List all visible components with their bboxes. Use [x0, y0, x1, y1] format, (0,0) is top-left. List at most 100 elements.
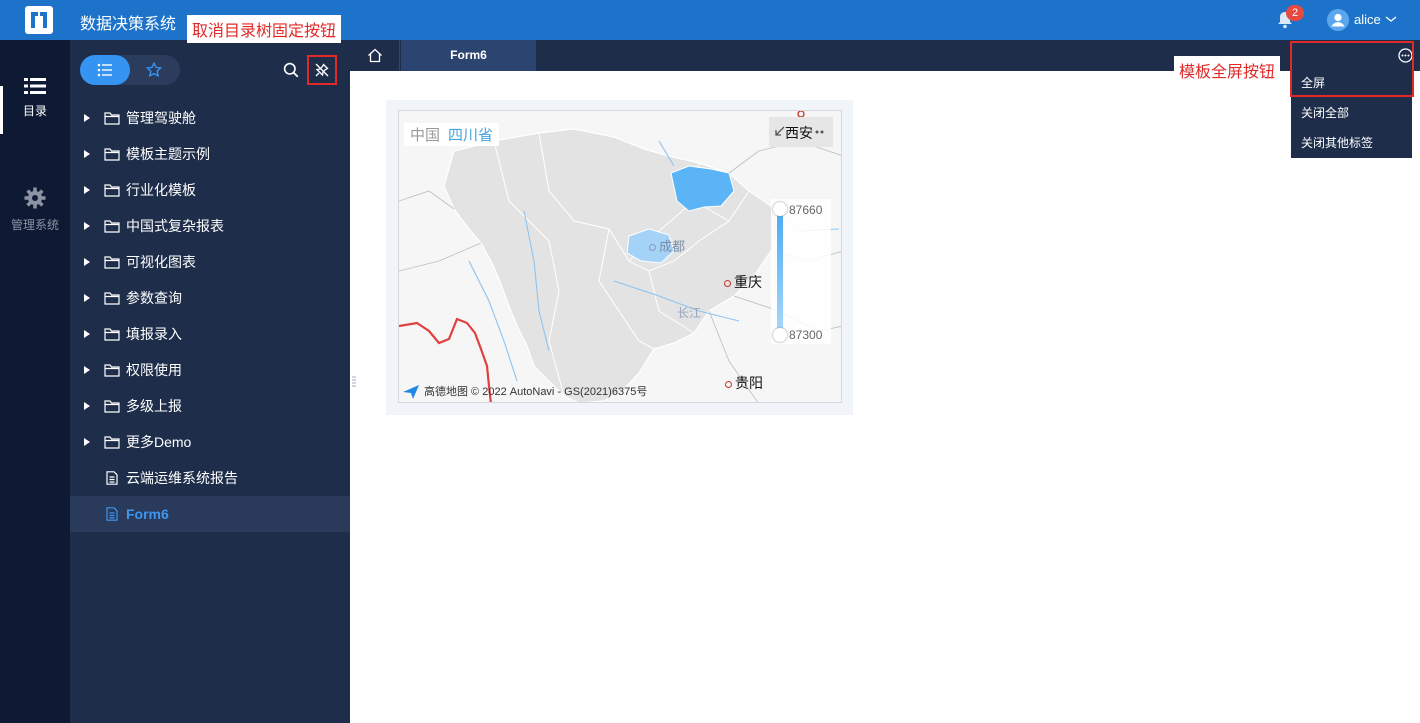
caret-right-icon[interactable] [84, 366, 90, 374]
folder-icon [104, 292, 120, 305]
tab-form6[interactable]: Form6 [401, 40, 536, 71]
caret-right-icon[interactable] [84, 258, 90, 266]
logo-icon[interactable] [25, 6, 53, 34]
city-label-chengdu: 成都 [649, 236, 685, 255]
city-label-chongqing: 重庆 [724, 272, 762, 292]
gear-icon [24, 187, 46, 209]
map-attribution: 高德地图 © 2022 AutoNavi - GS(2021)6375号 [402, 383, 647, 400]
amap-logo-icon [403, 385, 419, 400]
caret-right-icon[interactable] [84, 150, 90, 158]
tree-view-button[interactable] [80, 55, 130, 85]
breadcrumb-province[interactable]: 四川省 [448, 127, 493, 144]
river-label: 长江 [677, 306, 702, 320]
annotation-fullscreen: 模板全屏按钮 [1174, 56, 1281, 84]
tree-item-file[interactable]: 云端运维系统报告 [70, 460, 350, 496]
tree-item-label: 可视化图表 [126, 254, 196, 270]
folder-icon [104, 436, 120, 449]
city-label-xian: 西安 [785, 125, 813, 141]
breadcrumb-country[interactable]: 中国 [410, 127, 440, 144]
tree-item-folder[interactable]: 管理驾驶舱 [70, 100, 350, 136]
list-icon [97, 63, 112, 77]
legend-gradient-bar [777, 207, 783, 333]
tree-item-folder[interactable]: 行业化模板 [70, 172, 350, 208]
nav-rail: 目录 管理系统 [0, 40, 70, 723]
directory-tree: 管理驾驶舱 模板主题示例 行业化模板 中国式复杂报表 可视化图表 参数查询 填报… [70, 100, 350, 532]
tree-item-label: 更多Demo [126, 434, 192, 450]
tree-item-label: 参数查询 [126, 290, 182, 306]
rail-item-directory[interactable]: 目录 [0, 77, 70, 119]
caret-right-icon[interactable] [84, 294, 90, 302]
folder-icon [104, 148, 120, 161]
home-icon [368, 48, 382, 63]
city-name: 贵阳 [735, 375, 763, 391]
caret-right-icon[interactable] [84, 114, 90, 122]
caret-right-icon[interactable] [84, 438, 90, 446]
avatar-icon[interactable] [1327, 9, 1349, 31]
tree-item-label: Form6 [126, 506, 169, 522]
document-icon [106, 507, 118, 521]
tree-item-label: 填报录入 [126, 326, 182, 342]
folder-icon [104, 364, 120, 377]
city-name: 成都 [659, 239, 686, 254]
city-label-guiyang: 贵阳 [725, 373, 763, 393]
tree-item-folder[interactable]: 权限使用 [70, 352, 350, 388]
folder-icon [104, 220, 120, 233]
tree-item-label: 中国式复杂报表 [126, 218, 224, 234]
chevron-down-icon[interactable] [1385, 14, 1397, 24]
document-icon [106, 471, 118, 485]
fullscreen-highlight-box [1290, 41, 1414, 97]
view-toggle [80, 55, 180, 85]
menu-item-close-all[interactable]: 关闭全部 [1291, 98, 1412, 128]
folder-icon [104, 256, 120, 269]
tree-item-folder[interactable]: 更多Demo [70, 424, 350, 460]
rail-item-management[interactable]: 管理系统 [0, 187, 70, 233]
tree-item-folder[interactable]: 参数查询 [70, 280, 350, 316]
caret-right-icon[interactable] [84, 330, 90, 338]
tab-home[interactable] [350, 40, 400, 71]
region-sichuan[interactable] [443, 128, 780, 403]
city-name: 重庆 [734, 274, 762, 290]
tree-item-folder[interactable]: 模板主题示例 [70, 136, 350, 172]
user-name[interactable]: alice [1354, 12, 1381, 27]
ellipsis-icon[interactable] [815, 130, 829, 134]
map-controls: 西安 [769, 117, 833, 147]
list-icon [24, 78, 46, 94]
tree-item-label: 行业化模板 [126, 182, 196, 198]
annotation-unpin: 取消目录树固定按钮 [187, 15, 342, 43]
folder-icon [104, 184, 120, 197]
folder-icon [104, 328, 120, 341]
menu-item-close-others[interactable]: 关闭其他标签 [1291, 128, 1412, 158]
caret-right-icon[interactable] [84, 402, 90, 410]
caret-right-icon[interactable] [84, 186, 90, 194]
tree-item-folder[interactable]: 可视化图表 [70, 244, 350, 280]
tree-item-folder[interactable]: 多级上报 [70, 388, 350, 424]
resize-handle-icon[interactable] [352, 376, 356, 388]
directory-panel: 管理驾驶舱 模板主题示例 行业化模板 中国式复杂报表 可视化图表 参数查询 填报… [70, 40, 350, 723]
tree-item-file-active[interactable]: Form6 [70, 496, 350, 532]
tree-item-label: 云端运维系统报告 [126, 470, 238, 486]
folder-icon [104, 400, 120, 413]
tree-item-label: 多级上报 [126, 398, 182, 414]
app-title: 数据决策系统 [80, 16, 177, 33]
map-legend: 87660 87300 [771, 199, 831, 344]
folder-icon [104, 112, 120, 125]
notification-badge[interactable]: 2 [1286, 5, 1304, 21]
tree-item-label: 模板主题示例 [126, 146, 210, 162]
tree-item-folder[interactable]: 填报录入 [70, 316, 350, 352]
rail-item-label: 管理系统 [10, 218, 59, 232]
legend-max-handle[interactable] [773, 202, 787, 216]
unpin-tree-button[interactable] [307, 55, 337, 85]
attribution-text: 高德地图 © 2022 AutoNavi - GS(2021)6375号 [424, 386, 648, 398]
map-canvas[interactable]: 中国 四川省 西安 成都 重庆 长江 贵阳 87660 87300 高德地图 © … [398, 110, 842, 403]
legend-min-handle[interactable] [773, 328, 787, 342]
map-breadcrumb: 中国 四川省 [404, 123, 500, 146]
rail-item-label: 目录 [22, 104, 47, 118]
tree-item-label: 管理驾驶舱 [126, 110, 196, 126]
legend-max-value: 87660 [789, 203, 823, 217]
legend-min-value: 87300 [789, 328, 823, 342]
tree-item-folder[interactable]: 中国式复杂报表 [70, 208, 350, 244]
star-icon[interactable] [146, 62, 162, 78]
caret-right-icon[interactable] [84, 222, 90, 230]
search-icon[interactable] [283, 62, 299, 78]
tree-item-label: 权限使用 [126, 362, 182, 378]
